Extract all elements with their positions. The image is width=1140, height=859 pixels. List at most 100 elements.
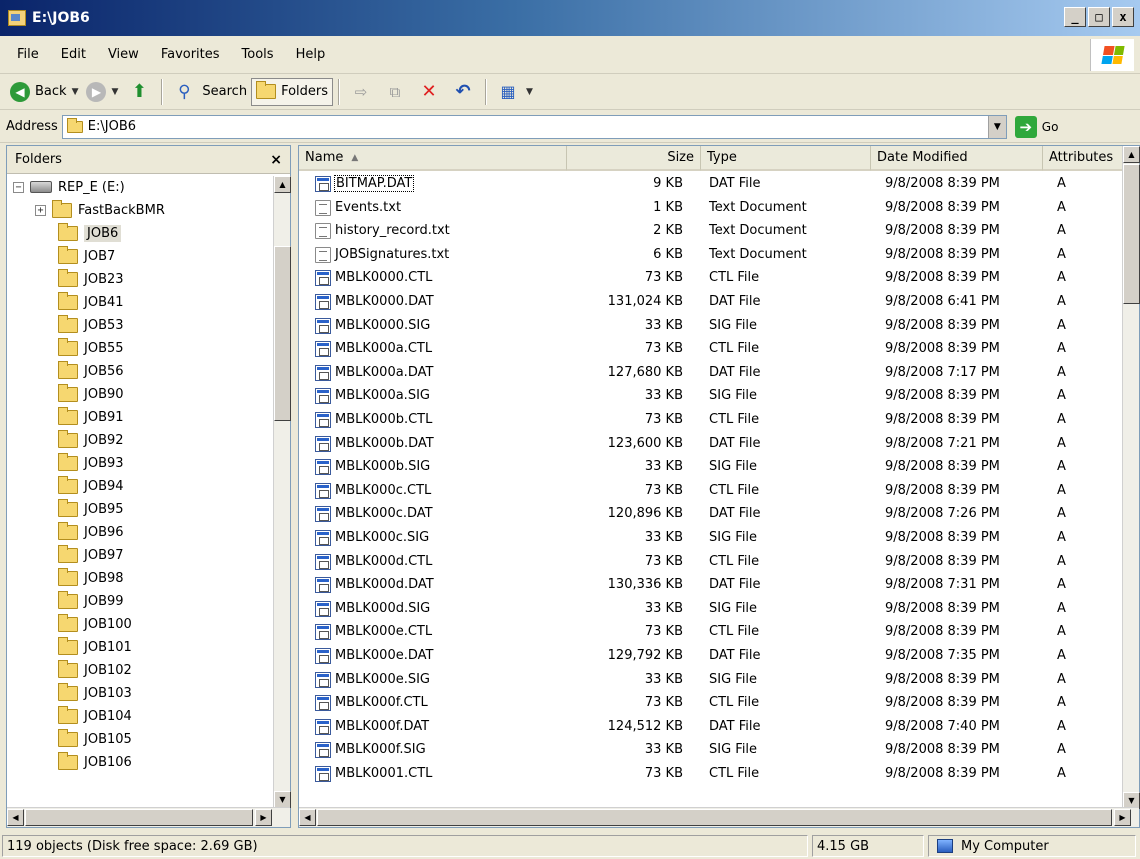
up-button[interactable]: ⬆: [122, 78, 156, 106]
menu-file[interactable]: File: [6, 47, 50, 62]
scroll-thumb[interactable]: [1123, 164, 1140, 304]
tree-item[interactable]: JOB6: [35, 222, 122, 244]
close-folders-pane-button[interactable]: ×: [270, 152, 282, 168]
tree-item[interactable]: JOB91: [35, 406, 124, 428]
file-row[interactable]: MBLK000f.DAT 124,512 KB DAT File 9/8/2008 7…: [299, 716, 1123, 739]
tree-item[interactable]: JOB103: [35, 682, 132, 704]
column-header-size[interactable]: Size: [567, 146, 701, 171]
back-button[interactable]: ◀ Back ▼: [6, 78, 82, 106]
forward-dropdown-icon[interactable]: ▼: [111, 87, 118, 97]
file-row[interactable]: MBLK000e.SIG 33 KB SIG File 9/8/2008 8:39 P…: [299, 669, 1123, 692]
file-row[interactable]: MBLK0000.CTL 73 KB CTL File 9/8/2008 8:39 P…: [299, 267, 1123, 290]
menu-view[interactable]: View: [97, 47, 150, 62]
views-dropdown-icon[interactable]: ▼: [526, 87, 533, 97]
menu-tools[interactable]: Tools: [231, 47, 285, 62]
scroll-thumb[interactable]: [274, 246, 291, 421]
column-header-type[interactable]: Type: [701, 146, 871, 171]
file-row[interactable]: MBLK000c.SIG 33 KB SIG File 9/8/2008 8:39 P…: [299, 527, 1123, 550]
folders-button[interactable]: Folders: [251, 77, 334, 106]
minimize-button[interactable]: _: [1064, 7, 1086, 27]
file-row[interactable]: MBLK000c.DAT 120,896 KB DAT File 9/8/2008 7…: [299, 503, 1123, 526]
file-row[interactable]: JOBSignatures.txt 6 KB Text Document 9/8/20…: [299, 244, 1123, 267]
file-row[interactable]: Events.txt 1 KB Text Document 9/8/2008 8:39…: [299, 197, 1123, 220]
menu-favorites[interactable]: Favorites: [150, 47, 231, 62]
file-row[interactable]: MBLK000d.SIG 33 KB SIG File 9/8/2008 8:39 P…: [299, 598, 1123, 621]
search-button[interactable]: ⚲ Search: [167, 78, 251, 106]
tree-item[interactable]: JOB96: [35, 521, 124, 543]
undo-button[interactable]: ↶: [446, 78, 480, 106]
tree-item[interactable]: JOB105: [35, 728, 132, 750]
tree-item[interactable]: JOB93: [35, 452, 124, 474]
folders-horizontal-scrollbar[interactable]: ◀ ▶: [7, 807, 290, 827]
file-row[interactable]: MBLK000a.SIG 33 KB SIG File 9/8/2008 8:39 P…: [299, 385, 1123, 408]
files-vertical-scrollbar[interactable]: ▲ ▼: [1122, 146, 1140, 809]
tree-item[interactable]: JOB92: [35, 429, 124, 451]
file-row[interactable]: MBLK000f.SIG 33 KB SIG File 9/8/2008 8:39 P…: [299, 739, 1123, 762]
file-row[interactable]: MBLK000e.DAT 129,792 KB DAT File 9/8/2008 7…: [299, 645, 1123, 668]
scroll-left-icon[interactable]: ◀: [7, 809, 24, 826]
tree-item[interactable]: JOB90: [35, 383, 124, 405]
files-horizontal-scrollbar[interactable]: ◀ ▶: [299, 807, 1139, 827]
tree-item[interactable]: JOB99: [35, 590, 124, 612]
tree-item[interactable]: JOB97: [35, 544, 124, 566]
file-row[interactable]: MBLK000a.CTL 73 KB CTL File 9/8/2008 8:39 P…: [299, 338, 1123, 361]
copy-to-button[interactable]: ⧉: [378, 78, 412, 106]
file-row[interactable]: MBLK0000.SIG 33 KB SIG File 9/8/2008 8:39 P…: [299, 315, 1123, 338]
expand-icon[interactable]: +: [35, 204, 46, 216]
tree-item[interactable]: JOB23: [35, 268, 124, 290]
column-header-name[interactable]: Name ▲: [299, 146, 567, 171]
folders-vertical-scrollbar[interactable]: ▲ ▼: [273, 176, 291, 808]
tree-item[interactable]: − REP_E (E:): [13, 176, 125, 198]
maximize-button[interactable]: □: [1088, 7, 1110, 27]
file-row[interactable]: MBLK000b.DAT 123,600 KB DAT File 9/8/2008 7…: [299, 433, 1123, 456]
close-button[interactable]: x: [1112, 7, 1134, 27]
scroll-up-icon[interactable]: ▲: [1123, 146, 1140, 163]
tree-item[interactable]: JOB41: [35, 291, 124, 313]
tree-item[interactable]: JOB94: [35, 475, 124, 497]
column-header-attributes[interactable]: Attributes: [1043, 146, 1123, 171]
file-row[interactable]: MBLK000b.SIG 33 KB SIG File 9/8/2008 8:39 P…: [299, 456, 1123, 479]
forward-button[interactable]: ▶ ▼: [82, 78, 122, 106]
tree-item[interactable]: + FastBackBMR: [35, 199, 165, 221]
file-row[interactable]: MBLK000d.DAT 130,336 KB DAT File 9/8/2008 7…: [299, 574, 1123, 597]
file-row[interactable]: MBLK0000.DAT 131,024 KB DAT File 9/8/2008 6…: [299, 291, 1123, 314]
file-row[interactable]: MBLK000a.DAT 127,680 KB DAT File 9/8/2008 7…: [299, 362, 1123, 385]
tree-item[interactable]: JOB98: [35, 567, 124, 589]
address-dropdown-button[interactable]: ▼: [987, 115, 1006, 138]
file-row[interactable]: MBLK000d.CTL 73 KB CTL File 9/8/2008 8:39 P…: [299, 551, 1123, 574]
tree-item[interactable]: JOB95: [35, 498, 124, 520]
scroll-left-icon[interactable]: ◀: [299, 809, 316, 826]
tree-item[interactable]: JOB55: [35, 337, 124, 359]
file-row[interactable]: MBLK000b.CTL 73 KB CTL File 9/8/2008 8:39 P…: [299, 409, 1123, 432]
address-input[interactable]: E:\JOB6 ▼: [61, 114, 1007, 139]
scroll-thumb[interactable]: [317, 809, 1112, 826]
menu-edit[interactable]: Edit: [50, 47, 97, 62]
tree-item[interactable]: JOB100: [35, 613, 132, 635]
collapse-icon[interactable]: −: [13, 181, 24, 193]
scroll-up-icon[interactable]: ▲: [274, 176, 291, 193]
scroll-down-icon[interactable]: ▼: [274, 791, 291, 808]
back-dropdown-icon[interactable]: ▼: [72, 87, 79, 97]
file-row[interactable]: BITMAP.DAT 9 KB DAT File 9/8/2008 8:39 PM A: [299, 173, 1123, 196]
file-row[interactable]: MBLK000e.CTL 73 KB CTL File 9/8/2008 8:39 P…: [299, 621, 1123, 644]
column-header-date-modified[interactable]: Date Modified: [871, 146, 1043, 171]
scroll-right-icon[interactable]: ▶: [255, 809, 272, 826]
scroll-thumb[interactable]: [25, 809, 253, 826]
file-row[interactable]: MBLK000f.CTL 73 KB CTL File 9/8/2008 8:39 P…: [299, 692, 1123, 715]
file-row[interactable]: MBLK000c.CTL 73 KB CTL File 9/8/2008 8:39 P…: [299, 480, 1123, 503]
go-button[interactable]: ➔ Go: [1014, 115, 1058, 138]
scroll-right-icon[interactable]: ▶: [1114, 809, 1131, 826]
tree-item[interactable]: JOB7: [35, 245, 115, 267]
tree-item[interactable]: JOB104: [35, 705, 132, 727]
move-to-button[interactable]: ⇨: [344, 78, 378, 106]
views-button[interactable]: ▦ ▼: [491, 78, 537, 106]
tree-item[interactable]: JOB106: [35, 751, 132, 773]
tree-item[interactable]: JOB101: [35, 636, 132, 658]
tree-item[interactable]: JOB102: [35, 659, 132, 681]
delete-button[interactable]: ✕: [412, 78, 446, 106]
menu-help[interactable]: Help: [285, 47, 337, 62]
file-row[interactable]: history_record.txt 2 KB Text Document 9/8/2…: [299, 220, 1123, 243]
file-row[interactable]: MBLK0001.CTL 73 KB CTL File 9/8/2008 8:39 P…: [299, 763, 1123, 786]
tree-item[interactable]: JOB56: [35, 360, 124, 382]
tree-item[interactable]: JOB53: [35, 314, 124, 336]
